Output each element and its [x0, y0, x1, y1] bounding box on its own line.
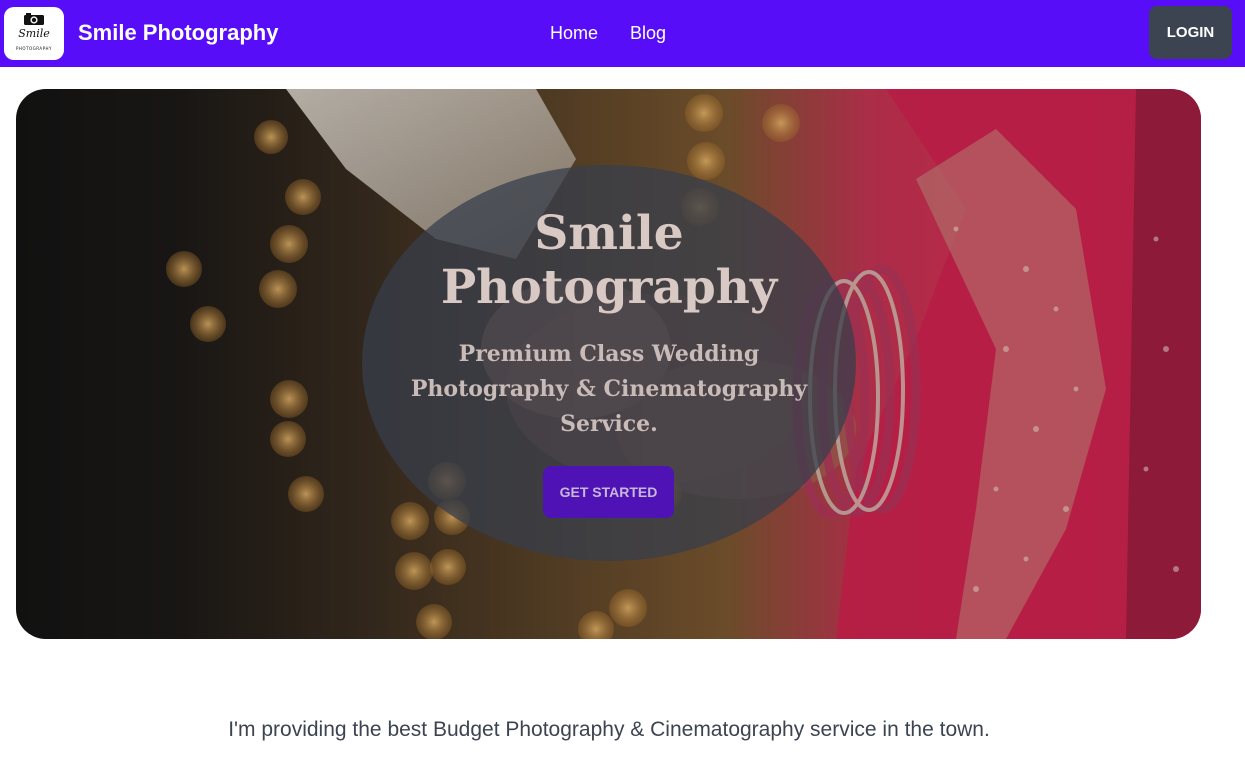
hero-banner: Smile Photography Premium Class Wedding …: [16, 89, 1201, 639]
hero-title-line1: Smile: [534, 206, 684, 261]
nav-link-home[interactable]: Home: [550, 21, 598, 45]
nav-link-blog[interactable]: Blog: [630, 21, 666, 45]
logo-sub-text: PHOTOGRAPHY: [16, 46, 52, 51]
brand-logo[interactable]: Smile PHOTOGRAPHY: [4, 7, 64, 60]
hero-title-line2: Photography: [440, 260, 778, 315]
logo-script-text: Smile: [18, 27, 50, 40]
hero-description: Premium Class Wedding Photography & Cine…: [410, 341, 808, 437]
intro-tagline: I'm providing the best Budget Photograph…: [228, 718, 990, 741]
nav-menu: Home Blog: [550, 21, 698, 45]
login-button[interactable]: LOGIN: [1149, 6, 1232, 59]
navbar: Smile PHOTOGRAPHY Smile Photography Home…: [0, 0, 1245, 67]
get-started-button[interactable]: GET STARTED: [543, 466, 674, 518]
camera-icon: [24, 13, 44, 25]
hero-title: Smile Photography: [362, 207, 856, 315]
brand-title[interactable]: Smile Photography: [78, 19, 278, 47]
